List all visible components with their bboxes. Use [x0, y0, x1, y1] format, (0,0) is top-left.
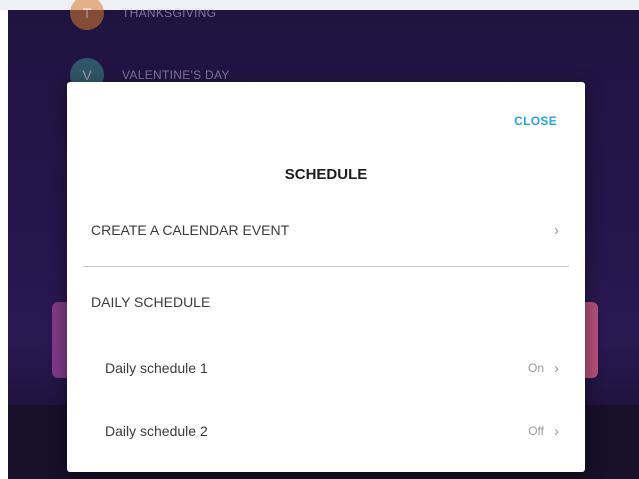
- schedule-status: Off: [528, 424, 544, 438]
- list-item-label: THANKSGIVING: [122, 6, 217, 20]
- list-item-label: VALENTINE'S DAY: [122, 68, 230, 82]
- dialog-title: SCHEDULE: [284, 166, 368, 183]
- chevron-right-icon: ›: [554, 221, 559, 239]
- daily-schedule-2-label: Daily schedule 2: [105, 423, 208, 439]
- create-calendar-event-label: CREATE A CALENDAR EVENT: [91, 222, 290, 238]
- schedule-status: On: [527, 361, 544, 375]
- avatar: T: [70, 0, 104, 30]
- chevron-right-icon: ›: [554, 359, 559, 377]
- screen: T THANKSGIVING V VALENTINE'S DAY CLOSE S…: [0, 0, 639, 479]
- background-list-item[interactable]: T THANKSGIVING: [70, 0, 216, 30]
- daily-schedule-section-label: DAILY SCHEDULE: [91, 294, 211, 310]
- close-button[interactable]: CLOSE: [514, 114, 557, 128]
- daily-schedule-1-row[interactable]: Daily schedule 1 On ›: [67, 350, 585, 386]
- divider: [83, 266, 569, 267]
- daily-schedule-2-row[interactable]: Daily schedule 2 Off ›: [67, 413, 585, 449]
- chevron-right-icon: ›: [554, 422, 559, 440]
- daily-schedule-1-label: Daily schedule 1: [105, 360, 208, 376]
- schedule-dialog: CLOSE SCHEDULE CREATE A CALENDAR EVENT ›…: [67, 82, 585, 472]
- create-calendar-event-row[interactable]: CREATE A CALENDAR EVENT ›: [67, 212, 585, 248]
